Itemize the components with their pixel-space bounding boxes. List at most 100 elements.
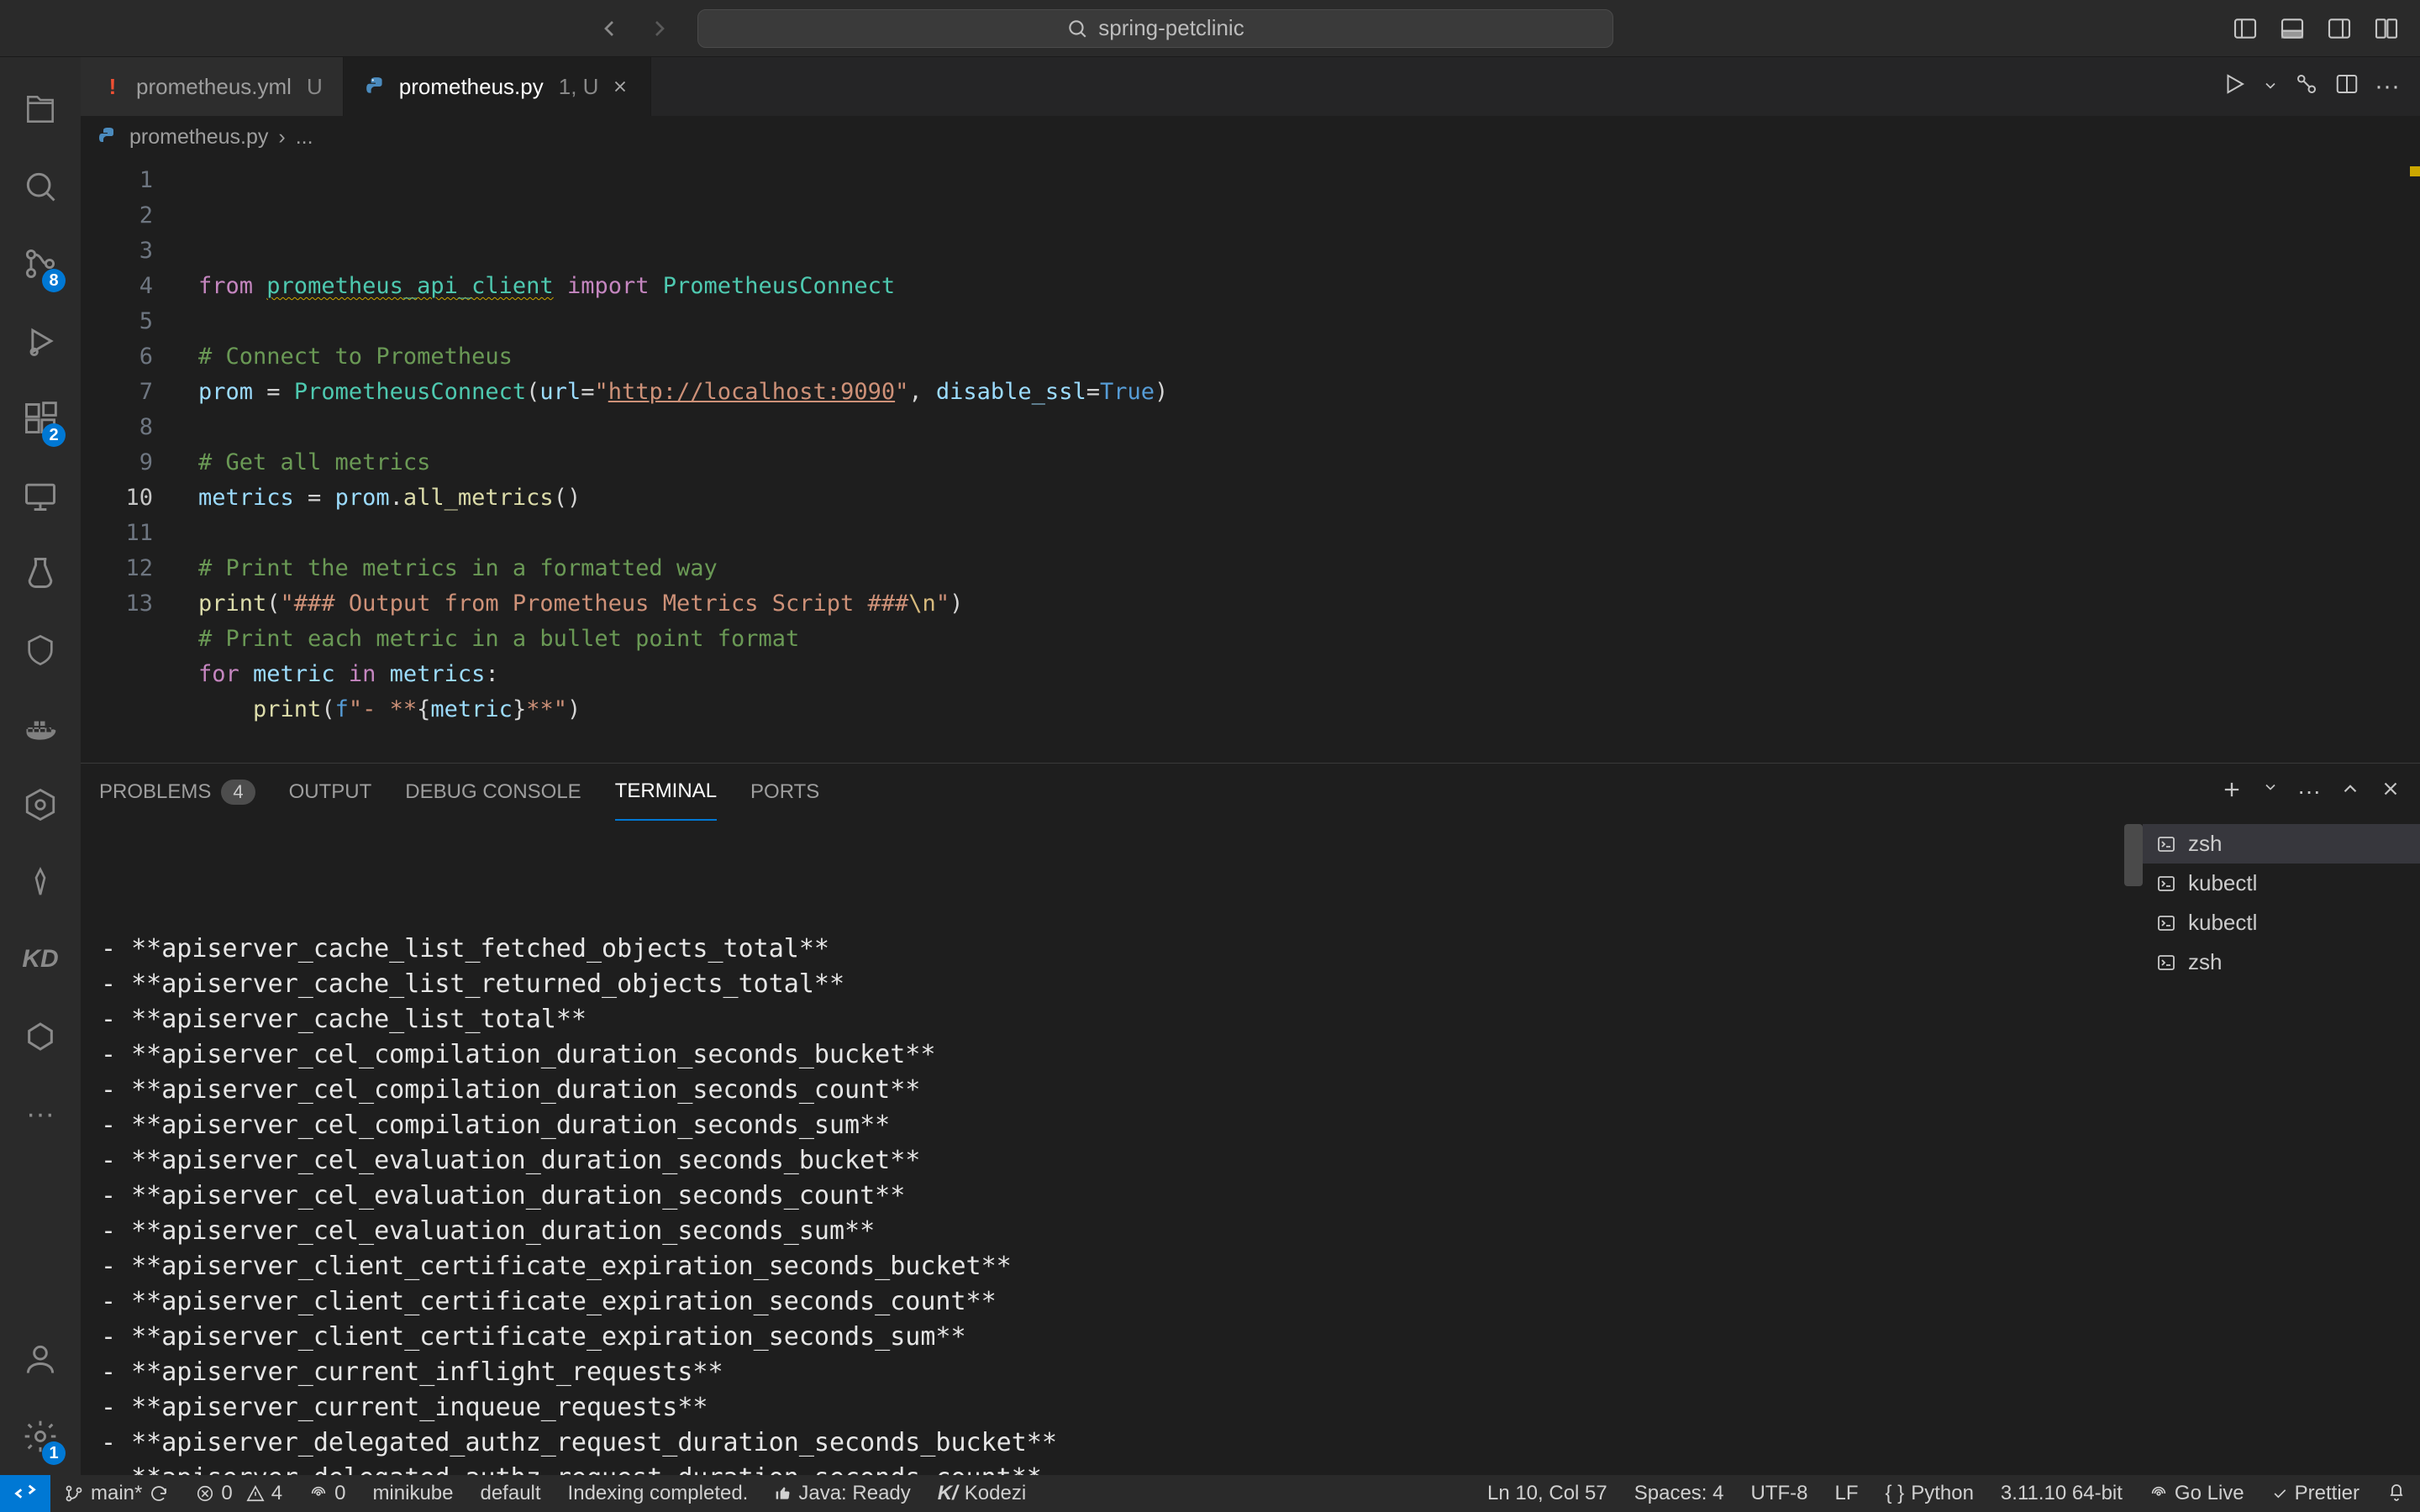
testing-icon[interactable] [0,534,81,612]
activity-bar: 8 2 KD ··· [0,57,81,1475]
accounts-icon[interactable] [0,1320,81,1398]
terminal-tab-label: TERMINAL [615,780,717,803]
sync-icon [149,1483,169,1504]
kubernetes-icon[interactable] [0,766,81,843]
k8s-namespace-item[interactable]: default [466,1475,554,1512]
terminal-list-item[interactable]: kubectl [2143,864,2420,903]
problems-tab[interactable]: PROBLEMS 4 [99,764,255,821]
split-editor-icon[interactable] [2334,71,2360,102]
tab-prometheus-yml[interactable]: ! prometheus.yml U [81,57,344,116]
tab-label: prometheus.py [399,74,544,100]
layout-custom-icon[interactable] [2370,12,2403,45]
ports-item[interactable]: 0 [296,1475,359,1512]
prettier-item[interactable]: Prettier [2258,1482,2373,1505]
more-icon[interactable]: ··· [0,1075,81,1152]
error-count: 0 [221,1482,232,1505]
terminal-list-item[interactable]: kubectl [2143,903,2420,942]
nav-forward-button[interactable] [643,12,676,45]
kodezi-ab-icon[interactable]: KD [0,921,81,998]
ports-tab[interactable]: PORTS [750,764,819,821]
settings-gear-icon[interactable]: 1 [0,1398,81,1475]
breadcrumb-file: prometheus.py [129,125,268,150]
docker-icon[interactable] [0,689,81,766]
diagnostics-item[interactable]: 0 4 [182,1475,296,1512]
extension-icon-3[interactable] [0,998,81,1075]
panel-more-icon[interactable]: ··· [2297,778,2321,807]
git-branch-item[interactable]: main* [50,1475,182,1512]
panel-bottom-icon[interactable] [2275,12,2309,45]
python-file-icon [364,75,387,98]
compare-icon[interactable] [2294,71,2319,102]
minimap[interactable] [2395,158,2420,763]
broadcast-icon [2149,1484,2168,1503]
terminal-dropdown-icon[interactable] [2262,778,2279,807]
source-control-icon[interactable]: 8 [0,225,81,302]
tab-prometheus-py[interactable]: prometheus.py 1, U [344,57,652,116]
extension-icon-2[interactable] [0,843,81,921]
extensions-icon[interactable]: 2 [0,380,81,457]
terminal-scrollbar[interactable] [2124,824,2143,886]
eol-item[interactable]: LF [1821,1482,1871,1505]
ports-count: 0 [334,1482,345,1505]
indentation-item[interactable]: Spaces: 4 [1621,1482,1738,1505]
remote-explorer-icon[interactable] [0,457,81,534]
nav-back-button[interactable] [592,12,626,45]
terminal-output[interactable]: - **apiserver_cache_list_fetched_objects… [81,821,2143,1475]
editor-tabs: ! prometheus.yml U prometheus.py 1, U [81,57,2420,116]
output-tab[interactable]: OUTPUT [289,764,372,821]
terminal-list-item[interactable]: zsh [2143,942,2420,982]
java-status-item[interactable]: Java: Ready [761,1475,923,1512]
search-icon[interactable] [0,148,81,225]
terminal-tab[interactable]: TERMINAL [615,764,717,821]
tab-status: U [307,74,323,100]
extensions-badge: 2 [42,423,66,447]
command-center-search[interactable]: spring-petclinic [697,9,1613,48]
error-icon [196,1484,214,1503]
encoding: UTF-8 [1750,1482,1807,1505]
check-icon [2271,1485,2288,1502]
debug-tab-label: DEBUG CONSOLE [405,780,581,804]
tab-status: 1, U [559,74,599,100]
panel-left-icon[interactable] [2228,12,2262,45]
new-terminal-icon[interactable] [2220,778,2244,807]
thumbs-up-icon [775,1485,792,1502]
code-content[interactable]: from prometheus_api_client import Promet… [173,158,2420,763]
eol: LF [1834,1482,1858,1505]
encoding-item[interactable]: UTF-8 [1737,1482,1821,1505]
panel-close-icon[interactable] [2380,778,2402,807]
output-tab-label: OUTPUT [289,780,372,804]
tab-close-icon[interactable] [610,76,630,97]
search-icon [1066,18,1088,39]
more-actions-icon[interactable]: ··· [2375,72,2400,101]
remote-indicator[interactable] [0,1475,50,1512]
notifications-item[interactable] [2373,1482,2420,1502]
k8s-namespace: default [480,1482,540,1505]
cursor-position: Ln 10, Col 57 [1487,1482,1607,1505]
prettier: Prettier [2295,1482,2360,1505]
extension-icon-1[interactable] [0,612,81,689]
interpreter-item[interactable]: 3.11.10 64-bit [1987,1482,2136,1505]
kodezi-item[interactable]: K/ Kodezi [924,1475,1039,1512]
cursor-position-item[interactable]: Ln 10, Col 57 [1474,1482,1621,1505]
indexing-item[interactable]: Indexing completed. [555,1475,762,1512]
kodezi-label: Kodezi [965,1482,1026,1505]
terminal-list-item[interactable]: zsh [2143,824,2420,864]
line-gutter: 12345678910111213 [81,158,173,763]
language-mode-item[interactable]: { } Python [1872,1482,1987,1505]
breadcrumb[interactable]: prometheus.py › ... [81,116,2420,158]
bell-icon [2386,1482,2407,1502]
k8s-context: minikube [372,1482,453,1505]
panel-maximize-icon[interactable] [2339,778,2361,807]
indentation: Spaces: 4 [1634,1482,1724,1505]
yaml-file-icon: ! [101,75,124,98]
explorer-icon[interactable] [0,71,81,148]
branch-icon [64,1483,84,1504]
run-dropdown-icon[interactable] [2262,74,2279,100]
k8s-context-item[interactable]: minikube [359,1475,466,1512]
code-editor[interactable]: 12345678910111213 from prometheus_api_cl… [81,158,2420,763]
run-button[interactable] [2222,71,2247,102]
debug-console-tab[interactable]: DEBUG CONSOLE [405,764,581,821]
run-debug-icon[interactable] [0,302,81,380]
go-live-item[interactable]: Go Live [2136,1482,2258,1505]
panel-right-icon[interactable] [2323,12,2356,45]
